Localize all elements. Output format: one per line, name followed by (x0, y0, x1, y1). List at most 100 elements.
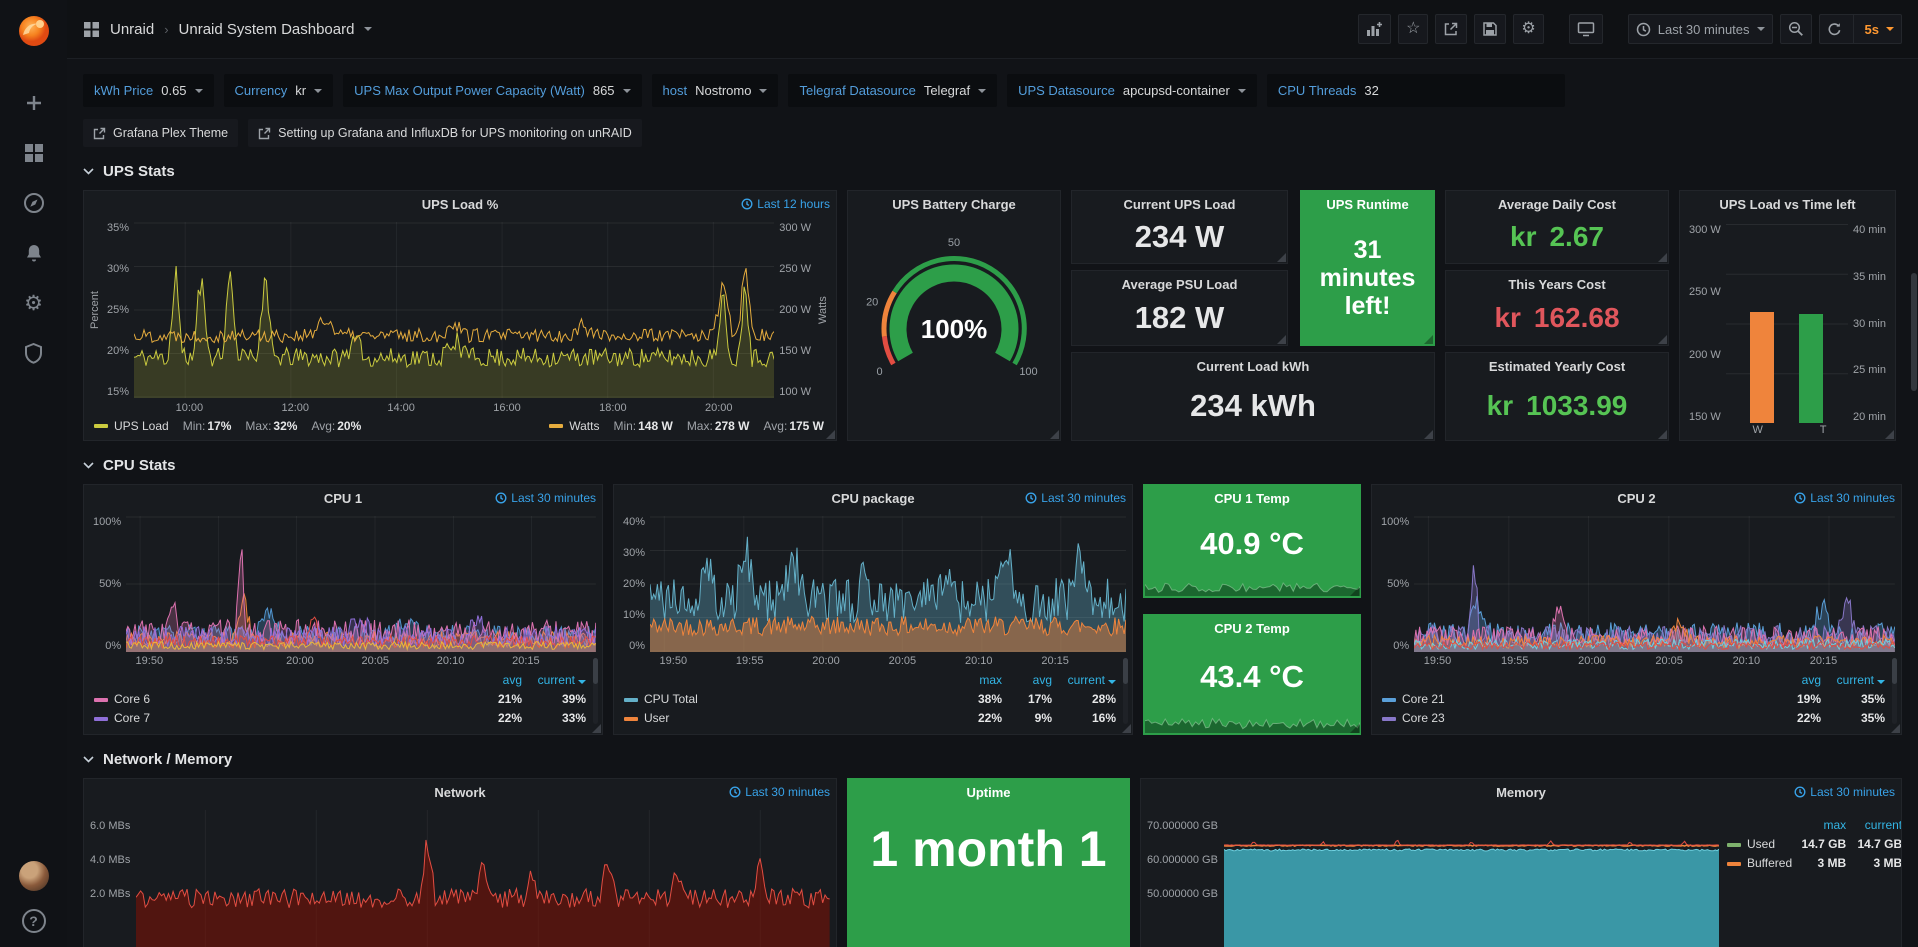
bar-watts[interactable] (1750, 312, 1774, 423)
section-ups-stats[interactable]: UPS Stats (83, 163, 1902, 180)
legend-col-current[interactable]: current (1846, 816, 1902, 835)
dashboard-settings-button[interactable]: ⚙ (1513, 14, 1543, 44)
explore-compass-icon[interactable] (22, 191, 46, 215)
legend-series-name[interactable]: UPS Load (114, 419, 169, 433)
section-cpu-stats[interactable]: CPU Stats (83, 457, 1902, 474)
panel-title[interactable]: UPS Runtime (1326, 197, 1408, 212)
breadcrumb-app[interactable]: Unraid (110, 21, 154, 38)
panel-time-range[interactable]: Last 30 minutes (1794, 491, 1895, 505)
memory-chart[interactable] (1224, 810, 1719, 947)
gear-icon: ⚙ (1521, 21, 1535, 37)
panel-title[interactable]: Current UPS Load (1124, 197, 1236, 212)
configuration-gear-icon[interactable]: ⚙ (22, 291, 46, 315)
cpu2-chart[interactable] (1414, 516, 1895, 652)
panel-time-range[interactable]: Last 30 minutes (495, 491, 596, 505)
breadcrumb: Unraid › Unraid System Dashboard (83, 21, 372, 38)
share-dashboard-button[interactable] (1435, 14, 1467, 44)
panel-time-range[interactable]: Last 30 minutes (1025, 491, 1126, 505)
refresh-button[interactable]: 5s (1819, 14, 1902, 44)
ups-load-chart[interactable] (134, 222, 774, 398)
variable-kwh-price[interactable]: kWh Price 0.65 (83, 74, 214, 107)
panel-title[interactable]: UPS Load % (422, 197, 499, 212)
add-panel-button[interactable] (1358, 14, 1391, 44)
variable-value: Nostromo (695, 83, 751, 98)
scrollbar-thumb[interactable] (1911, 273, 1917, 391)
dashboard-link-plex-theme[interactable]: Grafana Plex Theme (83, 119, 238, 147)
legend-col-avg[interactable]: avg (470, 671, 522, 690)
variable-telegraf-datasource[interactable]: Telegraf Datasource Telegraf (788, 74, 997, 107)
scrollbar-thumb[interactable] (1123, 658, 1128, 684)
legend-series-name[interactable]: Core 6 (114, 690, 150, 709)
zoom-out-icon (1788, 21, 1804, 37)
legend-scrollbar (593, 658, 598, 724)
stat-value: 234 W (1072, 218, 1287, 263)
legend-col-avg[interactable]: avg (1002, 671, 1052, 690)
panel-title[interactable]: Average Daily Cost (1498, 197, 1616, 212)
legend-col-avg[interactable]: avg (1769, 671, 1821, 690)
star-dashboard-button[interactable]: ☆ (1398, 14, 1428, 44)
panel-title[interactable]: CPU 2 Temp (1214, 621, 1290, 636)
panel-title[interactable]: CPU 1 (324, 491, 362, 506)
network-chart[interactable] (136, 810, 830, 947)
legend-col-current[interactable]: current (522, 671, 586, 690)
cycle-view-mode-button[interactable] (1569, 14, 1603, 44)
legend-col-current[interactable]: current (1052, 671, 1116, 690)
legend-series-name[interactable]: Buffered (1747, 854, 1792, 873)
legend-col-current[interactable]: current (1821, 671, 1885, 690)
variable-currency[interactable]: Currency kr (224, 74, 334, 107)
legend-series-name[interactable]: Used (1747, 835, 1775, 854)
panel-title[interactable]: Memory (1496, 785, 1546, 800)
panel-time-range[interactable]: Last 30 minutes (729, 785, 830, 799)
panel-title[interactable]: Average PSU Load (1122, 277, 1238, 292)
legend-series-name[interactable]: Watts (569, 419, 599, 433)
variable-ups-datasource[interactable]: UPS Datasource apcupsd-container (1007, 74, 1257, 107)
time-range-picker[interactable]: Last 30 minutes (1628, 14, 1773, 44)
dashboard-link-ups-monitoring-guide[interactable]: Setting up Grafana and InfluxDB for UPS … (248, 119, 642, 147)
save-dashboard-button[interactable] (1474, 14, 1506, 44)
server-admin-shield-icon[interactable] (22, 341, 46, 365)
scrollbar-thumb[interactable] (1892, 658, 1897, 684)
panel-title[interactable]: CPU package (831, 491, 914, 506)
create-plus-icon[interactable] (22, 91, 46, 115)
variable-host[interactable]: host Nostromo (652, 74, 779, 107)
legend-col-max[interactable]: max (952, 671, 1002, 690)
panel-time-range[interactable]: Last 12 hours (741, 197, 830, 211)
panel-title[interactable]: Estimated Yearly Cost (1489, 359, 1625, 374)
stat-value: kr162.68 (1446, 298, 1668, 345)
panel-title[interactable]: This Years Cost (1508, 277, 1605, 292)
share-icon (1443, 21, 1459, 37)
breadcrumb-page-title[interactable]: Unraid System Dashboard (179, 21, 355, 38)
panel-title[interactable]: Network (434, 785, 485, 800)
cpu-package-chart[interactable] (650, 516, 1126, 652)
panel-title[interactable]: Current Load kWh (1197, 359, 1310, 374)
alerting-bell-icon[interactable] (22, 241, 46, 265)
help-icon[interactable]: ? (22, 909, 46, 933)
panel-title[interactable]: CPU 2 (1617, 491, 1655, 506)
cpu-threads-input[interactable] (1364, 83, 1553, 98)
scrollbar-thumb[interactable] (593, 658, 598, 684)
panel-title[interactable]: Uptime (966, 785, 1010, 800)
legend-series-name[interactable]: User (644, 709, 669, 728)
legend-series-name[interactable]: Core 23 (1402, 709, 1445, 728)
zoom-out-time-button[interactable] (1780, 14, 1812, 44)
stat-value: 1 month 1 (848, 806, 1129, 947)
user-avatar[interactable] (19, 861, 49, 891)
variable-ups-max-output[interactable]: UPS Max Output Power Capacity (Watt) 865 (343, 74, 641, 107)
cpu1-chart[interactable] (126, 516, 596, 652)
dashboards-icon[interactable] (22, 141, 46, 165)
grafana-logo[interactable] (15, 11, 53, 49)
panel-title[interactable]: UPS Battery Charge (892, 197, 1016, 212)
legend-col-max[interactable]: max (1792, 816, 1846, 835)
bar-time-left[interactable] (1799, 314, 1823, 423)
panel-time-range[interactable]: Last 30 minutes (1794, 785, 1895, 799)
section-network-memory[interactable]: Network / Memory (83, 751, 1902, 768)
panel-title[interactable]: UPS Load vs Time left (1719, 197, 1855, 212)
legend-series-name[interactable]: Core 21 (1402, 690, 1445, 709)
clock-icon (1794, 492, 1806, 504)
legend-series-name[interactable]: CPU Total (644, 690, 698, 709)
network-memory-row: Network Last 30 minutes 6.0 MBs4.0 MBs2.… (83, 778, 1902, 947)
template-variables-row: kWh Price 0.65 Currency kr UPS Max Outpu… (83, 74, 1902, 107)
panel-title[interactable]: CPU 1 Temp (1214, 491, 1290, 506)
legend-table: max avg current CPU Total 38% 17% 28% Us… (624, 671, 1116, 728)
legend-series-name[interactable]: Core 7 (114, 709, 150, 728)
